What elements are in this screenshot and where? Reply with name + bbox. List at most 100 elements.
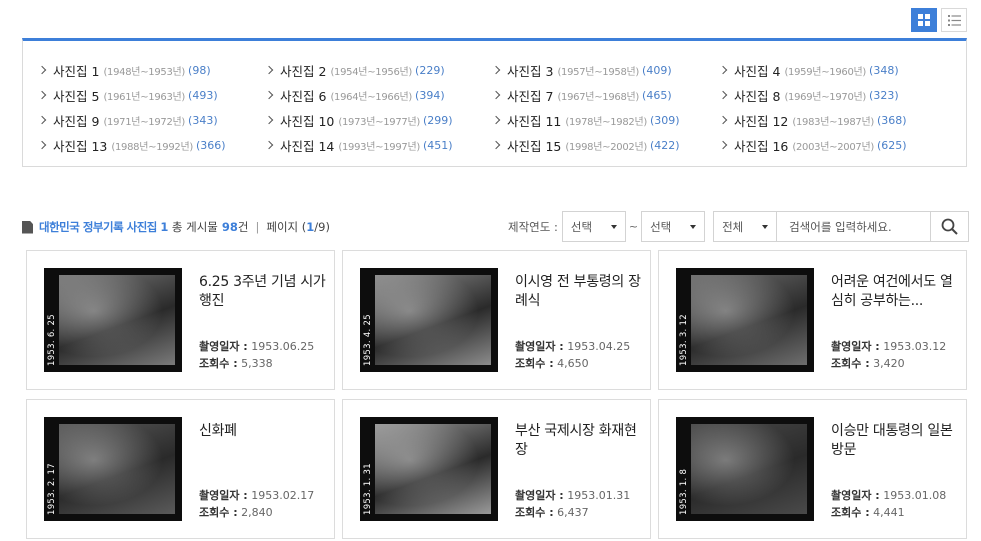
year-from-select[interactable]: 선택 — [561, 211, 626, 242]
photo-title[interactable]: 이승만 대통령의 일본 방문 — [831, 422, 961, 460]
photo-image — [59, 275, 175, 365]
grid-view-button[interactable] — [911, 8, 937, 32]
film-date-label: 1953. 2. 17 — [47, 463, 57, 515]
info-separator: | — [255, 220, 260, 234]
collection-link[interactable]: 사진집 10 (1973년~1977년) (299) — [264, 111, 493, 129]
photo-image — [691, 424, 807, 514]
collection-range: (1973년~1977년) — [338, 116, 420, 128]
chevron-right-icon — [37, 90, 47, 100]
collection-link[interactable]: 사진집 2 (1954년~1956년) (229) — [264, 61, 493, 79]
photo-card[interactable]: 1953. 1. 31 부산 국제시장 화재현장 촬영일자 : 1953.01.31… — [342, 399, 651, 539]
photo-title[interactable]: 부산 국제시장 화재현장 — [515, 422, 645, 460]
view-count-row: 조회수 : 5,338 — [199, 355, 273, 371]
collection-name: 사진집 11 — [507, 113, 562, 129]
collection-link[interactable]: 사진집 15 (1998년~2002년) (422) — [491, 136, 720, 154]
collection-link[interactable]: 사진집 11 (1978년~1982년) (309) — [491, 111, 720, 129]
chevron-right-icon — [37, 65, 47, 75]
photo-image — [691, 275, 807, 365]
collection-link[interactable]: 사진집 8 (1969년~1970년) (323) — [718, 86, 947, 104]
photo-image — [375, 275, 491, 365]
chevron-right-icon — [491, 140, 501, 150]
year-to-select[interactable]: 선택 — [641, 211, 706, 242]
collection-link[interactable]: 사진집 14 (1993년~1997년) (451) — [264, 136, 493, 154]
chevron-right-icon — [37, 115, 47, 125]
shoot-date-label: 촬영일자 : — [831, 489, 880, 502]
page-current: 1 — [306, 220, 315, 234]
collection-link[interactable]: 사진집 1 (1948년~1953년) (98) — [37, 61, 266, 79]
collection-link[interactable]: 사진집 5 (1961년~1963년) (493) — [37, 86, 266, 104]
collection-link[interactable]: 사진집 3 (1957년~1958년) (409) — [491, 61, 720, 79]
view-count-row: 조회수 : 6,437 — [515, 504, 589, 520]
grid-icon — [918, 14, 930, 26]
shoot-date-value: 1953.06.25 — [251, 340, 315, 353]
collection-range: (1998년~2002년) — [565, 141, 647, 153]
collection-range: (1988년~1992년) — [111, 141, 193, 153]
collection-link[interactable]: 사진집 13 (1988년~1992년) (366) — [37, 136, 266, 154]
view-count-row: 조회수 : 4,441 — [831, 504, 905, 520]
collection-range: (1983년~1987년) — [792, 116, 874, 128]
collection-count: (98) — [188, 63, 211, 77]
category-select[interactable]: 전체 — [713, 211, 778, 242]
collection-name: 사진집 10 — [280, 113, 335, 129]
chevron-right-icon — [37, 140, 47, 150]
chevron-right-icon — [491, 90, 501, 100]
year-to-value: 선택 — [650, 219, 672, 234]
collection-count: (422) — [649, 138, 680, 152]
photo-thumbnail[interactable]: 1953. 3. 12 — [676, 268, 814, 372]
collection-name: 사진집 8 — [734, 88, 781, 104]
collection-name: 사진집 13 — [53, 138, 108, 154]
search-input[interactable]: 검색어를 입력하세요. — [777, 211, 932, 242]
view-count-value: 2,840 — [241, 506, 273, 519]
collection-name: 사진집 2 — [280, 63, 327, 79]
view-count-label: 조회수 : — [831, 506, 870, 519]
chevron-right-icon — [264, 90, 274, 100]
view-count-value: 4,441 — [873, 506, 905, 519]
collection-link[interactable]: 사진집 12 (1983년~1987년) (368) — [718, 111, 947, 129]
collection-range: (1961년~1963년) — [103, 91, 186, 103]
photo-title[interactable]: 어려운 여건에서도 열심히 공부하는... — [831, 273, 961, 311]
collection-range: (1959년~1960년) — [784, 66, 867, 78]
shoot-date-row: 촬영일자 : 1953.06.25 — [199, 338, 314, 354]
list-view-button[interactable] — [941, 8, 967, 32]
collection-count: (451) — [422, 138, 453, 152]
collection-name: 사진집 14 — [280, 138, 335, 154]
collection-name: 사진집 5 — [53, 88, 100, 104]
collection-link[interactable]: 사진집 7 (1967년~1968년) (465) — [491, 86, 720, 104]
photo-title[interactable]: 신화폐 — [199, 422, 329, 460]
collection-name: 사진집 1 — [53, 63, 100, 79]
collection-link[interactable]: 사진집 4 (1959년~1960년) (348) — [718, 61, 947, 79]
photo-title[interactable]: 6.25 3주년 기념 시가 행진 — [199, 273, 329, 311]
photo-card[interactable]: 1953. 3. 12 어려운 여건에서도 열심히 공부하는... 촬영일자 : 1… — [658, 250, 967, 390]
photo-title[interactable]: 이시영 전 부통령의 장례식 — [515, 273, 645, 311]
photo-thumbnail[interactable]: 1953. 2. 17 — [44, 417, 182, 521]
shoot-date-row: 촬영일자 : 1953.04.25 — [515, 338, 630, 354]
collection-link[interactable]: 사진집 9 (1971년~1972년) (343) — [37, 111, 266, 129]
photo-card[interactable]: 1953. 4. 25 이시영 전 부통령의 장례식촬영일자 : 1953.04.… — [342, 250, 651, 390]
collection-range: (2003년~2007년) — [792, 141, 874, 153]
collection-range: (1964년~1966년) — [330, 91, 413, 103]
shoot-date-value: 1953.01.31 — [567, 489, 631, 502]
total-suffix: 건 — [237, 220, 249, 234]
shoot-date-label: 촬영일자 : — [831, 340, 880, 353]
chevron-right-icon — [264, 65, 274, 75]
collection-link[interactable]: 사진집 16 (2003년~2007년) (625) — [718, 136, 947, 154]
photo-image — [59, 424, 175, 514]
search-button[interactable] — [931, 211, 970, 242]
view-count-label: 조회수 : — [515, 506, 554, 519]
chevron-right-icon — [264, 140, 274, 150]
photo-thumbnail[interactable]: 1953. 1. 8 — [676, 417, 814, 521]
collection-link[interactable]: 사진집 6 (1964년~1966년) (394) — [264, 86, 493, 104]
photo-thumbnail[interactable]: 1953. 4. 25 — [360, 268, 498, 372]
photo-thumbnail[interactable]: 1953. 6. 25 — [44, 268, 182, 372]
collection-range: (1967년~1968년) — [557, 91, 640, 103]
collection-count: (493) — [188, 88, 218, 102]
photo-card[interactable]: 1953. 1. 8 이승만 대통령의 일본 방문촬영일자 : 1953.01.0… — [658, 399, 967, 539]
collection-range: (1954년~1956년) — [330, 66, 413, 78]
collection-range: (1969년~1970년) — [784, 91, 867, 103]
shoot-date-row: 촬영일자 : 1953.01.08 — [831, 487, 946, 503]
photo-card[interactable]: 1953. 6. 25 6.25 3주년 기념 시가 행진촬영일자 : 1953.… — [26, 250, 335, 390]
photo-thumbnail[interactable]: 1953. 1. 31 — [360, 417, 498, 521]
collection-name: 사진집 3 — [507, 63, 554, 79]
photo-card[interactable]: 1953. 2. 17 신화폐 촬영일자 : 1953.02.17 조회수 : 2,8… — [26, 399, 335, 539]
collection-count: (309) — [649, 113, 680, 127]
